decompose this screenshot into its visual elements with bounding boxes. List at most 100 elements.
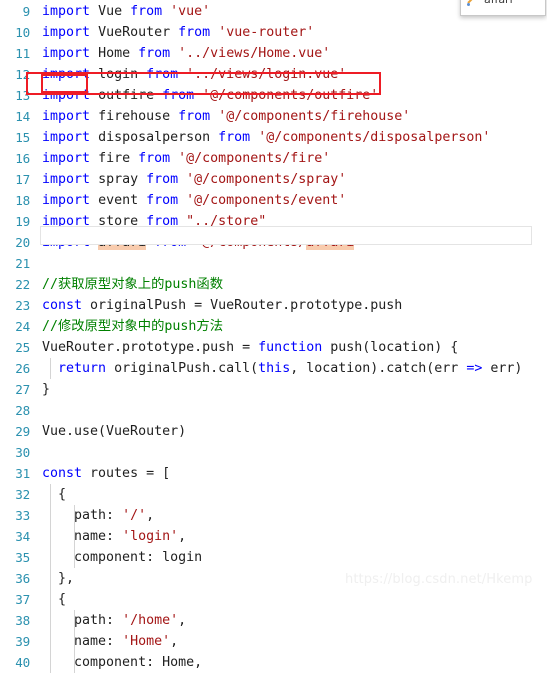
code-line[interactable]: 33 path: '/', [0, 505, 548, 526]
line-number: 21 [15, 256, 30, 271]
code-line-text: path: '/', [42, 505, 154, 526]
code-token: Vue.use(VueRouter) [42, 424, 187, 439]
code-token: from [162, 88, 195, 103]
code-token: originalPush.call( [106, 361, 259, 376]
code-line-text: import store from "../store" [42, 211, 266, 232]
code-token: from [146, 214, 179, 229]
code-line[interactable]: 24 //修改原型对象中的push方法 [0, 316, 548, 337]
code-line-text: import outfire from '@/components/outfir… [42, 85, 378, 106]
line-number: 26 [15, 361, 30, 376]
code-token: 方法 [196, 319, 224, 334]
line-number: 28 [15, 403, 30, 418]
code-line[interactable]: 27} [0, 379, 548, 400]
code-line[interactable]: 28 [0, 400, 548, 421]
code-token: function [258, 340, 323, 355]
code-token: import [42, 235, 91, 250]
code-line[interactable]: 16 import fire from '@/components/fire' [0, 148, 548, 169]
code-token: login [98, 67, 139, 82]
code-token: '@/components/spray' [186, 172, 347, 187]
code-line[interactable]: 25 VueRouter.prototype.push = function pu… [0, 337, 548, 358]
code-line[interactable]: 36 }, [0, 568, 548, 589]
code-token: { [42, 487, 67, 502]
code-line[interactable]: 22 //获取原型对象上的push函数 [0, 274, 548, 295]
code-line[interactable]: 20 import affari from '@/components/affar… [0, 232, 548, 253]
code-token: import [42, 172, 91, 187]
code-line[interactable]: 40 component: Home, [0, 652, 548, 673]
code-token: '@/components/fire' [178, 151, 331, 166]
code-line[interactable]: 23 const originalPush = VueRouter.prototy… [0, 295, 548, 316]
code-editor[interactable]: 9 import Vue from 'vue' 10 import VueRouter… [0, 0, 548, 673]
code-line[interactable]: 10 import VueRouter from 'vue-router' [0, 22, 548, 43]
code-line[interactable]: 26 return originalPush.call(this, locati… [0, 358, 548, 379]
code-line[interactable]: 19 import store from "../store" [0, 211, 548, 232]
code-token: , [178, 529, 187, 544]
code-line[interactable]: 15 import disposalperson from '@/componen… [0, 127, 548, 148]
code-token: // [42, 277, 59, 292]
code-line[interactable]: 35 component: login [0, 547, 548, 568]
code-line[interactable]: 11 import Home from '../views/Home.vue' [0, 43, 548, 64]
code-line-text: import spray from '@/components/spray' [42, 169, 346, 190]
code-line[interactable]: 17 import spray from '@/components/spray' [0, 169, 548, 190]
code-content[interactable]: 9 import Vue from 'vue' 10 import VueRouter… [0, 0, 548, 673]
line-number: 15 [15, 130, 30, 145]
code-line-text: import firehouse from '@/components/fire… [42, 106, 410, 127]
code-line[interactable]: 37 { [0, 589, 548, 610]
code-line[interactable]: 34 name: 'login', [0, 526, 548, 547]
code-token: '@/components/event' [186, 193, 347, 208]
code-token: import [42, 4, 91, 19]
code-line-text: component: Home, [42, 652, 202, 673]
code-token: VueRouter [98, 25, 171, 40]
code-line[interactable]: 14 import firehouse from '@/components/fi… [0, 106, 548, 127]
code-line[interactable]: 30 [0, 442, 548, 463]
code-line[interactable]: 39 name: 'Home', [0, 631, 548, 652]
code-token: store [98, 214, 139, 229]
code-line-text: { [42, 589, 66, 610]
code-line-text: const routes = [ [42, 463, 170, 484]
line-number: 27 [15, 382, 30, 397]
code-line[interactable]: 38 path: '/home', [0, 610, 548, 631]
code-line[interactable]: 29 Vue.use(VueRouter) [0, 421, 548, 442]
autocomplete-item-affari[interactable]: affari [461, 0, 545, 7]
code-token: affari [98, 235, 147, 250]
code-line[interactable]: 21 [0, 253, 548, 274]
code-token: 'Home' [122, 634, 171, 649]
code-line-text: }, [42, 568, 74, 589]
code-token: , [178, 613, 187, 628]
code-line-text: import login from '../views/login.vue' [42, 64, 346, 85]
code-token: from [146, 67, 179, 82]
autocomplete-popup[interactable]: affari [460, 0, 546, 16]
code-token: Vue [98, 4, 123, 19]
code-token: '../views/login.vue' [186, 67, 347, 82]
code-token: const [42, 298, 83, 313]
code-line[interactable]: 32 { [0, 484, 548, 505]
code-token: import [42, 214, 91, 229]
code-line-text: import disposalperson from '@/components… [42, 127, 490, 148]
code-line[interactable]: 12 import login from '../views/login.vue' [0, 64, 548, 85]
code-line[interactable]: 13 import outfire from '@/components/outf… [0, 85, 548, 106]
code-token: '@/components/outfire' [202, 88, 379, 103]
code-token: from [146, 193, 179, 208]
code-line[interactable]: 18 import event from '@/components/event' [0, 190, 548, 211]
line-number: 12 [15, 67, 30, 82]
code-token: 'vue' [170, 4, 211, 19]
code-line-text: import affari from '@/components/affari' [42, 232, 362, 253]
code-token: push [164, 277, 197, 292]
code-line[interactable]: 31 const routes = [ [0, 463, 548, 484]
